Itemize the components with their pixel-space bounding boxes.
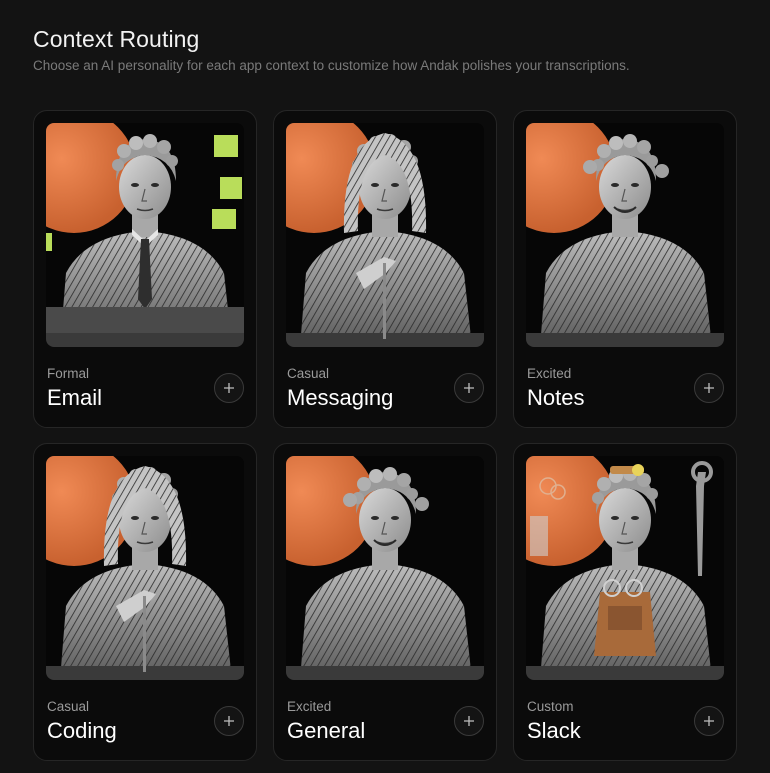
context-name: Slack [527, 718, 581, 743]
plus-icon [704, 383, 714, 393]
plus-icon [464, 383, 474, 393]
page-title: Context Routing [33, 26, 200, 52]
personality-label: Custom [527, 699, 574, 714]
plus-icon [224, 716, 234, 726]
personality-label: Formal [47, 366, 90, 381]
context-card-general[interactable]: Excited General [273, 443, 497, 761]
personality-label: Excited [287, 699, 332, 714]
context-card-slack[interactable]: Custom Slack [513, 443, 737, 761]
add-button[interactable] [694, 706, 724, 736]
plus-icon [464, 716, 474, 726]
plus-icon [224, 383, 234, 393]
context-card-coding[interactable]: Casual Coding [33, 443, 257, 761]
context-grid: Formal Email Casual Messaging Excited No… [33, 110, 737, 761]
context-card-messaging[interactable]: Casual Messaging [273, 110, 497, 428]
context-name: Email [47, 385, 103, 410]
page-subtitle: Choose an AI personality for each app co… [33, 58, 630, 73]
add-button[interactable] [214, 706, 244, 736]
formal-statue-tie-icon [46, 123, 244, 347]
context-name: General [287, 718, 366, 743]
excited-statue-smile-icon [526, 123, 724, 347]
add-button[interactable] [454, 373, 484, 403]
personality-label: Casual [47, 699, 90, 714]
casual-statue-hood-icon [46, 456, 244, 680]
personality-label: Casual [287, 366, 330, 381]
context-name: Coding [47, 718, 117, 743]
context-card-notes[interactable]: Excited Notes [513, 110, 737, 428]
context-name: Notes [527, 385, 585, 410]
casual-statue-hood-icon [286, 123, 484, 347]
custom-statue-tools-icon [526, 456, 724, 680]
context-card-email[interactable]: Formal Email [33, 110, 257, 428]
add-button[interactable] [454, 706, 484, 736]
add-button[interactable] [694, 373, 724, 403]
page-header: Context Routing Choose an AI personality… [33, 24, 630, 73]
context-name: Messaging [287, 385, 394, 410]
excited-statue-smile-icon [286, 456, 484, 680]
plus-icon [704, 716, 714, 726]
personality-label: Excited [527, 366, 572, 381]
add-button[interactable] [214, 373, 244, 403]
